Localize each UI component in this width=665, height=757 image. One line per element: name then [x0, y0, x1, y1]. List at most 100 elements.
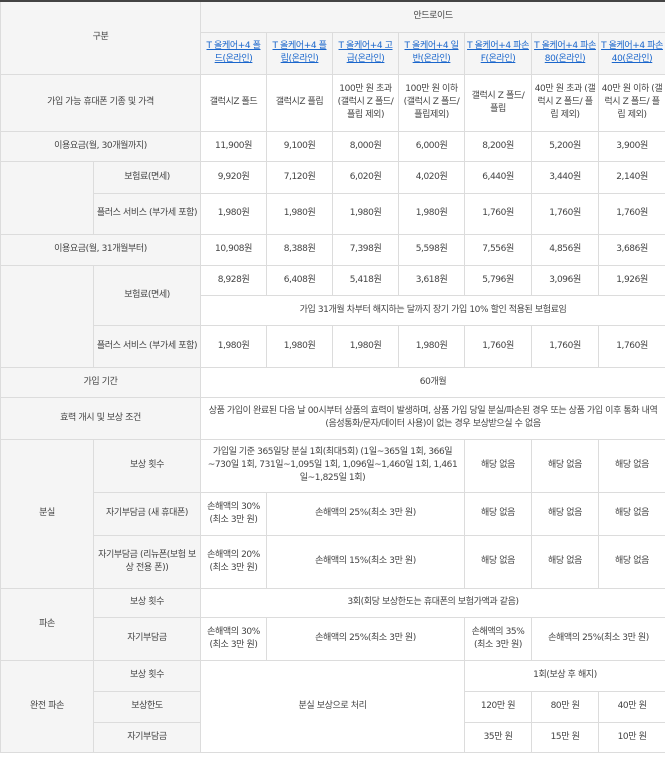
- fee31-insurance-cell: 5,796원: [464, 264, 533, 296]
- fee30-insurance-cell: 3,440원: [531, 160, 600, 194]
- damage-count-label: 보상 횟수: [92, 587, 202, 618]
- devices-cell: 갤럭시 Z 폴드/ 플립: [464, 73, 533, 132]
- fee30-plus-cell: 1,760원: [531, 192, 600, 235]
- fee31-plus-cell: 1,760원: [531, 324, 600, 368]
- devices-cell: 40만 원 이하 (갤럭시 Z 폴드/ 플립 제외): [598, 73, 665, 132]
- fee31-cell: 3,686원: [598, 233, 665, 266]
- damage-deduct-f: 손해액의 35% (최소 3만 원): [464, 616, 533, 661]
- product-damage-80: T 올케어+4 파손80(온라인): [531, 31, 600, 75]
- loss-count-value: 가입일 기준 365일당 분실 1회(최대5회) (1일~365일 1회, 36…: [200, 438, 466, 493]
- fee30-cell: 11,900원: [200, 130, 268, 162]
- fee31-insurance-note: 가입 31개월 차부터 해지하는 달까지 장기 가입 10% 할인 적용된 보험…: [200, 294, 665, 326]
- fee31-sub-blank: [0, 264, 94, 368]
- insurance-table: 구분 안드로이드 T 올케어+4 폴드(온라인) T 올케어+4 플립(온라인)…: [0, 0, 665, 753]
- fee30-insurance-cell: 9,920원: [200, 160, 268, 194]
- loss-deduct-renew-first: 손해액의 20% (최소 3만 원): [200, 534, 268, 589]
- fee30-insurance-cell: 6,020원: [332, 160, 400, 194]
- loss-label: 분실: [0, 438, 94, 589]
- fee30-insurance-cell: 2,140원: [598, 160, 665, 194]
- product-link-damage-40[interactable]: T 올케어+4 파손40(온라인): [601, 41, 663, 64]
- fee31-plus-cell: 1,760원: [598, 324, 665, 368]
- total-loss-note: 분실 보상으로 처리: [200, 659, 466, 753]
- fee31-label: 이용요금(월, 31개월부터): [0, 233, 202, 266]
- devices-cell: 갤럭시Z 폴드: [200, 73, 268, 132]
- product-link-fold[interactable]: T 올케어+4 폴드(온라인): [207, 41, 261, 64]
- fee30-sub-blank: [0, 160, 94, 235]
- fee31-plus-cell: 1,980원: [398, 324, 466, 368]
- fee31-cell: 8,388원: [266, 233, 334, 266]
- fee31-plus-cell: 1,980원: [266, 324, 334, 368]
- total-limit-label: 보상한도: [92, 690, 202, 723]
- loss-none-cell: 해당 없음: [531, 491, 600, 536]
- period-value: 60개월: [200, 366, 665, 398]
- android-header: 안드로이드: [200, 0, 665, 33]
- product-fold: T 올케어+4 폴드(온라인): [200, 31, 268, 75]
- fee30-cell: 9,100원: [266, 130, 334, 162]
- loss-deduct-renew-label: 자기부담금 (리뉴폰(보험 보상 전용 폰)): [92, 534, 202, 589]
- fee30-cell: 3,900원: [598, 130, 665, 162]
- devices-cell: 100만 원 초과 (갤럭시 Z 폴드/ 플립 제외): [332, 73, 400, 132]
- damage-deduct-first: 손해액의 30% (최소 3만 원): [200, 616, 268, 661]
- fee31-insurance-cell: 8,928원: [200, 264, 268, 296]
- loss-none-cell: 해당 없음: [464, 491, 533, 536]
- fee30-plus-cell: 1,980원: [200, 192, 268, 235]
- product-flip: T 올케어+4 플립(온라인): [266, 31, 334, 75]
- fee30-insurance-cell: 4,020원: [398, 160, 466, 194]
- fee30-plus-label: 플러스 서비스 (부가세 포함): [92, 192, 202, 235]
- product-link-general[interactable]: T 올케어+4 일반(온라인): [405, 41, 459, 64]
- fee30-plus-cell: 1,980원: [332, 192, 400, 235]
- fee30-insurance-label: 보험료(면세): [92, 160, 202, 194]
- fee30-insurance-cell: 6,440원: [464, 160, 533, 194]
- total-deduct-cell: 35만 원: [464, 721, 533, 753]
- loss-deduct-new-rest: 손해액의 25%(최소 3만 원): [266, 491, 466, 536]
- loss-count-label: 보상 횟수: [92, 438, 202, 493]
- damage-label: 파손: [0, 587, 94, 661]
- devices-cell: 100만 원 이하 (갤럭시 Z 폴드/ 플립제외): [398, 73, 466, 132]
- product-link-damage-f[interactable]: T 올케어+4 파손F(온라인): [467, 41, 529, 64]
- loss-deduct-new-first: 손해액의 30% (최소 3만 원): [200, 491, 268, 536]
- damage-count-value: 3회(회당 보상한도는 휴대폰의 보험가액과 같음): [200, 587, 665, 618]
- fee30-cell: 5,200원: [531, 130, 600, 162]
- loss-deduct-renew-rest: 손해액의 15%(최소 3만 원): [266, 534, 466, 589]
- product-link-premium[interactable]: T 올케어+4 고급(온라인): [339, 41, 393, 64]
- loss-none-cell: 해당 없음: [598, 491, 665, 536]
- damage-deduct-label: 자기부담금: [92, 616, 202, 661]
- fee31-cell: 4,856원: [531, 233, 600, 266]
- total-limit-cell: 80만 원: [531, 690, 600, 723]
- product-link-damage-80[interactable]: T 올케어+4 파손80(온라인): [534, 41, 596, 64]
- loss-none-cell: 해당 없음: [531, 438, 600, 493]
- fee31-insurance-cell: 3,618원: [398, 264, 466, 296]
- product-link-flip[interactable]: T 올케어+4 플립(온라인): [273, 41, 327, 64]
- product-premium: T 올케어+4 고급(온라인): [332, 31, 400, 75]
- fee30-plus-cell: 1,760원: [464, 192, 533, 235]
- product-damage-f: T 올케어+4 파손F(온라인): [464, 31, 533, 75]
- fee30-cell: 6,000원: [398, 130, 466, 162]
- fee30-label: 이용요금(월, 30개월까지): [0, 130, 202, 162]
- fee31-cell: 7,556원: [464, 233, 533, 266]
- fee31-cell: 5,598원: [398, 233, 466, 266]
- fee30-plus-cell: 1,980원: [398, 192, 466, 235]
- total-count-label: 보상 횟수: [92, 659, 202, 692]
- fee30-plus-cell: 1,980원: [266, 192, 334, 235]
- fee31-plus-label: 플러스 서비스 (부가세 포함): [92, 324, 202, 368]
- product-general: T 올케어+4 일반(온라인): [398, 31, 466, 75]
- fee31-insurance-cell: 5,418원: [332, 264, 400, 296]
- fee31-plus-cell: 1,980원: [200, 324, 268, 368]
- fee30-cell: 8,200원: [464, 130, 533, 162]
- fee30-cell: 8,000원: [332, 130, 400, 162]
- total-label: 완전 파손: [0, 659, 94, 753]
- devices-label: 가입 가능 휴대폰 기종 및 가격: [0, 73, 202, 132]
- fee31-plus-cell: 1,980원: [332, 324, 400, 368]
- effect-label: 효력 개시 및 보상 조건: [0, 396, 202, 440]
- product-damage-40: T 올케어+4 파손40(온라인): [598, 31, 665, 75]
- total-limit-cell: 120만 원: [464, 690, 533, 723]
- loss-none-cell: 해당 없음: [531, 534, 600, 589]
- fee31-insurance-cell: 6,408원: [266, 264, 334, 296]
- loss-none-cell: 해당 없음: [598, 438, 665, 493]
- total-deduct-label: 자기부담금: [92, 721, 202, 753]
- category-header: 구분: [0, 0, 202, 75]
- fee31-insurance-label: 보험료(면세): [92, 264, 202, 326]
- total-limit-cell: 40만 원: [598, 690, 665, 723]
- loss-none-cell: 해당 없음: [464, 534, 533, 589]
- damage-deduct-last: 손해액의 25%(최소 3만 원): [531, 616, 665, 661]
